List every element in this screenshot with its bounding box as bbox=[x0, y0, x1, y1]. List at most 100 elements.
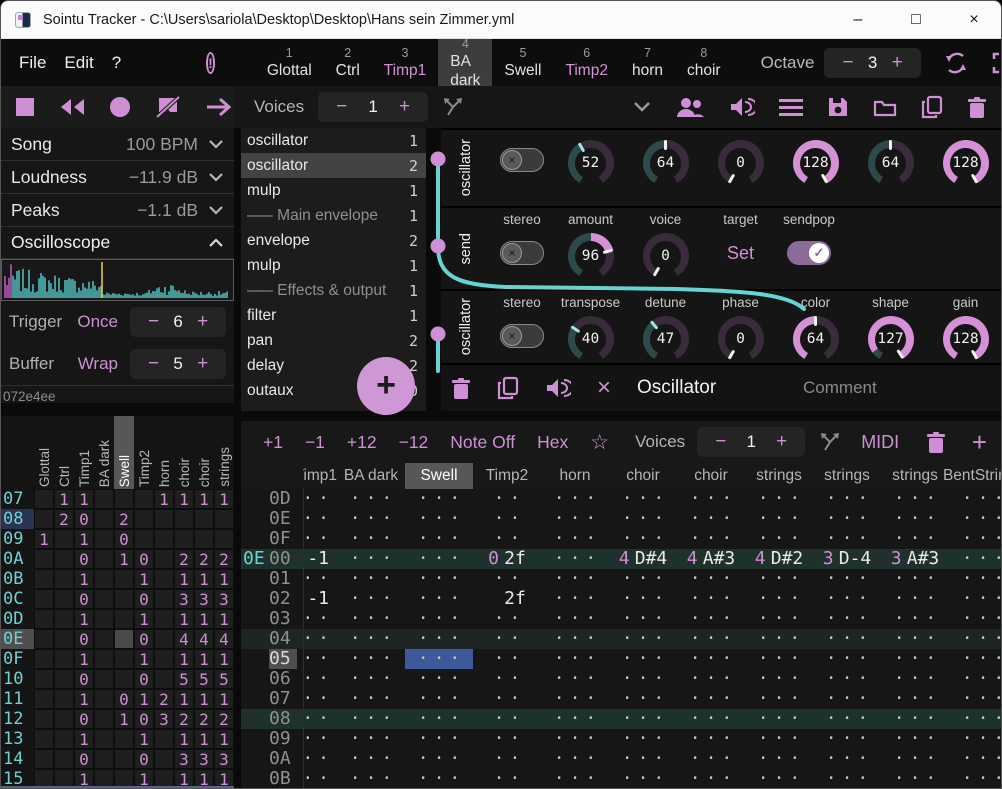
order-cell[interactable]: 3 bbox=[214, 749, 234, 769]
pattern-cell[interactable]: ··· bbox=[881, 589, 949, 609]
pattern-cell[interactable]: ··· bbox=[541, 709, 609, 729]
pattern-cell[interactable]: ··· bbox=[745, 629, 813, 649]
order-cell[interactable] bbox=[94, 609, 114, 629]
order-cell[interactable] bbox=[94, 569, 114, 589]
pattern-cell[interactable]: ··· bbox=[881, 609, 949, 629]
track-header-swell[interactable]: Swell bbox=[405, 463, 473, 489]
chevron-down-icon[interactable] bbox=[208, 205, 224, 215]
copy-unit-icon[interactable] bbox=[497, 376, 519, 400]
pattern-cell[interactable]: 3D-4 bbox=[813, 549, 881, 569]
pattern-cell[interactable]: ··· bbox=[949, 729, 1002, 749]
tab-horn[interactable]: 7horn bbox=[620, 39, 675, 86]
trigger-plus-button[interactable]: + bbox=[189, 311, 216, 333]
order-column-header-timp1[interactable]: Timp1 bbox=[74, 416, 94, 489]
order-column-header-strings[interactable]: strings bbox=[214, 416, 234, 489]
color-knob[interactable]: 64 bbox=[793, 316, 839, 362]
pattern-cell[interactable]: ··· bbox=[609, 609, 677, 629]
stereo-toggle[interactable]: × bbox=[500, 241, 544, 265]
track-header-strings[interactable]: strings bbox=[745, 463, 813, 489]
track-header-timp1[interactable]: Timp1 bbox=[303, 463, 337, 489]
order-cell[interactable]: 1 bbox=[194, 489, 214, 509]
delete-unit-icon[interactable] bbox=[451, 377, 471, 399]
speaker-icon[interactable] bbox=[729, 96, 755, 118]
order-cell[interactable] bbox=[154, 589, 174, 609]
pattern-cell[interactable]: ··· bbox=[337, 769, 405, 789]
pattern-cell[interactable]: ··· bbox=[541, 629, 609, 649]
order-cell[interactable] bbox=[54, 749, 74, 769]
pattern-cell[interactable]: ·· bbox=[303, 729, 337, 749]
track-header-ba-dark[interactable]: BA dark bbox=[337, 463, 405, 489]
pattern-cell[interactable]: ··· bbox=[405, 529, 473, 549]
order-cell[interactable] bbox=[94, 649, 114, 669]
order-column-header-timp2[interactable]: Timp2 bbox=[134, 416, 154, 489]
pattern-cell[interactable]: ··· bbox=[745, 669, 813, 689]
pattern-voices-plus-button[interactable]: + bbox=[768, 431, 795, 453]
order-cell[interactable]: 1 bbox=[174, 489, 194, 509]
order-cell[interactable]: 3 bbox=[214, 589, 234, 609]
transpose-knob[interactable]: 40 bbox=[568, 316, 614, 362]
pattern-cell[interactable]: ·· bbox=[303, 749, 337, 769]
pattern-cell[interactable]: ··· bbox=[541, 749, 609, 769]
detune-knob[interactable]: 47 bbox=[643, 316, 689, 362]
pattern-cell[interactable]: ·· bbox=[303, 769, 337, 789]
order-cell[interactable]: 1 bbox=[74, 569, 94, 589]
pattern-cell[interactable]: ··· bbox=[813, 689, 881, 709]
track-header-choir[interactable]: choir bbox=[609, 463, 677, 489]
pattern-cell[interactable]: ··· bbox=[745, 609, 813, 629]
pattern-cell[interactable]: ··· bbox=[949, 629, 1002, 649]
order-cell[interactable] bbox=[214, 529, 234, 549]
pattern-cell[interactable]: -1 bbox=[303, 549, 337, 569]
order-cell[interactable] bbox=[94, 589, 114, 609]
pattern-cell[interactable]: 4D#2 bbox=[745, 549, 813, 569]
order-cell[interactable]: 1 bbox=[214, 569, 234, 589]
loop-icon[interactable] bbox=[943, 50, 969, 76]
order-cell[interactable] bbox=[34, 669, 54, 689]
users-icon[interactable] bbox=[675, 96, 705, 118]
stop-icon[interactable] bbox=[15, 97, 35, 117]
order-cell[interactable] bbox=[34, 589, 54, 609]
order-cell[interactable] bbox=[114, 749, 134, 769]
order-cell[interactable]: 0 bbox=[134, 749, 154, 769]
order-cell[interactable]: 0 bbox=[134, 709, 154, 729]
order-cell[interactable] bbox=[134, 489, 154, 509]
loudness-row[interactable]: Loudness −11.9 dB bbox=[1, 161, 234, 194]
order-cell[interactable]: 4 bbox=[174, 629, 194, 649]
order-cell[interactable] bbox=[114, 729, 134, 749]
pattern-cell[interactable]: ··· bbox=[609, 669, 677, 689]
order-cell[interactable]: 1 bbox=[194, 689, 214, 709]
pattern-cell[interactable]: ·· bbox=[473, 769, 541, 789]
order-cell[interactable] bbox=[94, 749, 114, 769]
order-cell[interactable]: 1 bbox=[214, 609, 234, 629]
pattern-cell[interactable]: ·· bbox=[303, 569, 337, 589]
pattern-cell[interactable]: ··· bbox=[745, 649, 813, 669]
pattern-cell[interactable]: ··· bbox=[405, 609, 473, 629]
order-cell[interactable]: 1 bbox=[214, 489, 234, 509]
pattern-cell[interactable]: ··· bbox=[745, 769, 813, 789]
order-cell[interactable]: 1 bbox=[154, 489, 174, 509]
order-cell[interactable] bbox=[34, 749, 54, 769]
save-icon[interactable] bbox=[827, 96, 849, 118]
order-cell[interactable] bbox=[94, 669, 114, 689]
order-cell[interactable]: 4 bbox=[214, 629, 234, 649]
pattern-cell[interactable]: ··· bbox=[881, 569, 949, 589]
pattern-cell[interactable]: ··· bbox=[541, 489, 609, 509]
order-cell[interactable]: 1 bbox=[174, 569, 194, 589]
transpose-minus1-button[interactable]: −1 bbox=[305, 432, 325, 453]
unit-list-item[interactable]: mulp1 bbox=[241, 253, 426, 278]
pattern-cell[interactable]: 02f bbox=[473, 549, 541, 569]
order-cell[interactable] bbox=[94, 529, 114, 549]
track-header-strings[interactable]: strings bbox=[881, 463, 949, 489]
pattern-cell[interactable]: ·· bbox=[473, 609, 541, 629]
pattern-cell[interactable]: ··· bbox=[609, 769, 677, 789]
pattern-cell[interactable]: ··· bbox=[541, 669, 609, 689]
pattern-cell[interactable]: ··· bbox=[337, 569, 405, 589]
tab-glottal[interactable]: 1Glottal bbox=[255, 39, 324, 86]
pattern-cell[interactable]: ··· bbox=[813, 729, 881, 749]
pattern-cell[interactable]: ··· bbox=[813, 569, 881, 589]
order-cell[interactable] bbox=[154, 549, 174, 569]
order-cell[interactable] bbox=[34, 689, 54, 709]
pattern-cell[interactable]: ··· bbox=[609, 529, 677, 549]
shape-knob[interactable]: 64 bbox=[868, 140, 914, 186]
order-cell[interactable] bbox=[34, 729, 54, 749]
pattern-cell[interactable]: ·· bbox=[473, 749, 541, 769]
